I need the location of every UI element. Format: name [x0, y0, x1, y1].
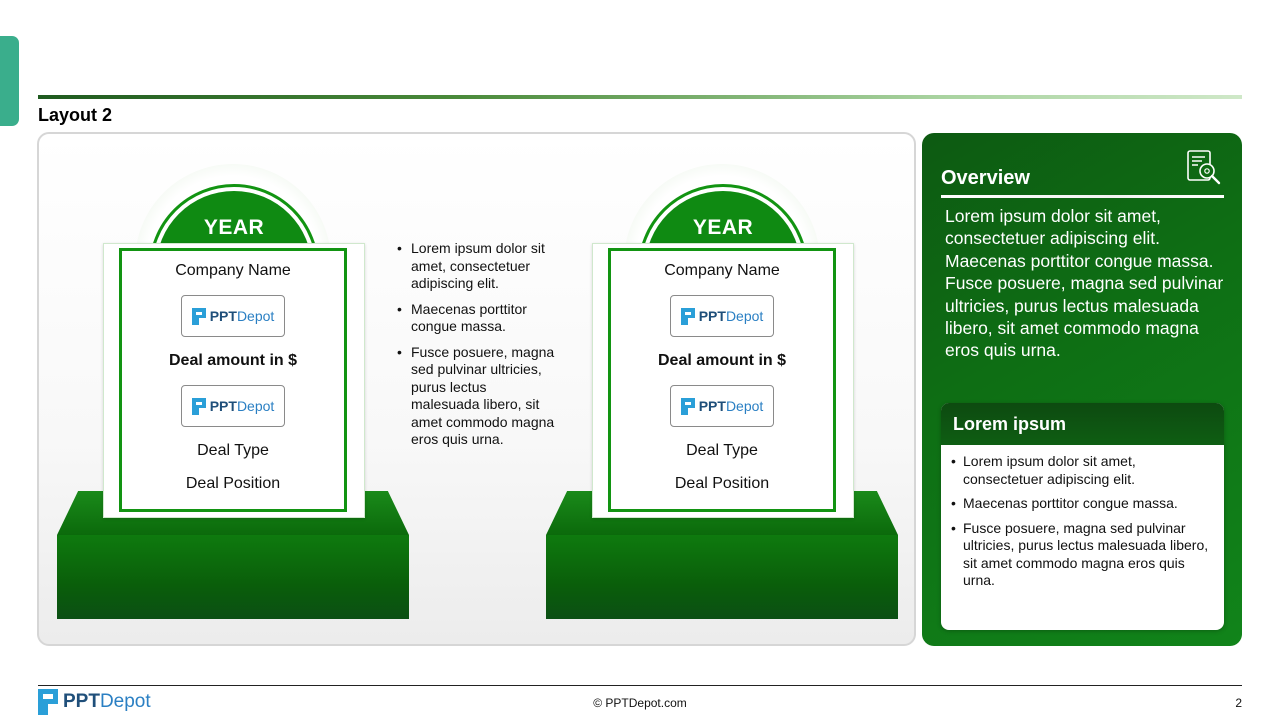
deal-card: [119, 248, 347, 512]
logo-wordmark: PPTDepot: [209, 398, 275, 414]
overview-panel: Overview Lorem ipsum dolor sit amet, con…: [922, 133, 1242, 646]
logo-wordmark: PPTDepot: [698, 398, 764, 414]
pedestal-front: [57, 535, 409, 619]
sub-card-title: Lorem ipsum: [941, 403, 1224, 445]
list-item: Lorem ipsum dolor sit amet, consectetuer…: [951, 453, 1214, 488]
footer-logo: PPTDepot: [38, 689, 151, 715]
deal-amount: Deal amount in $: [657, 352, 787, 369]
list-item: Maecenas porttitor congue massa.: [951, 495, 1214, 513]
logo-wordmark: PPTDepot: [209, 308, 275, 324]
deal-card-group-1: YEAR Company Name PPTDepot Deal amount i…: [39, 134, 409, 644]
deal-amount: Deal amount in $: [168, 352, 298, 369]
title-gradient-rule: [38, 95, 1242, 99]
list-item: Fusce posuere, magna sed pulvinar ultric…: [951, 520, 1214, 590]
company-logo: PPTDepot: [670, 385, 774, 427]
overview-divider: [941, 195, 1224, 198]
copyright-text: © PPTDepot.com: [593, 696, 687, 710]
deal-position: Deal Position: [674, 475, 770, 492]
company-logo: PPTDepot: [181, 295, 285, 337]
pptdepot-logo-icon: [191, 307, 206, 325]
sub-card-bullet-list: Lorem ipsum dolor sit amet, consectetuer…: [941, 445, 1224, 590]
overview-title: Overview: [941, 167, 1030, 189]
deal-card: [608, 248, 836, 512]
company-logo: PPTDepot: [181, 385, 285, 427]
company-name: Company Name: [664, 262, 780, 279]
year-label: YEAR: [203, 216, 265, 239]
document-search-icon: [1187, 150, 1221, 185]
deal-position: Deal Position: [185, 475, 281, 492]
pptdepot-logo-icon: [680, 397, 695, 415]
company-logo: PPTDepot: [670, 295, 774, 337]
lorem-ipsum-card: Lorem ipsum Lorem ipsum dolor sit amet, …: [941, 403, 1224, 630]
footer-rule: [38, 685, 1242, 686]
logo-wordmark: PPTDepot: [698, 308, 764, 324]
pptdepot-logo-icon: [38, 689, 58, 715]
pptdepot-logo-icon: [191, 397, 206, 415]
page-number: 2: [1235, 696, 1242, 710]
pedestal-front: [546, 535, 898, 619]
deals-panel: YEAR Company Name PPTDepot Deal amount i…: [37, 132, 916, 646]
slide-title: Layout 2: [38, 105, 113, 125]
side-accent-tab: [0, 36, 19, 126]
pptdepot-logo-icon: [680, 307, 695, 325]
deal-type: Deal Type: [686, 442, 758, 459]
year-label: YEAR: [692, 216, 754, 239]
overview-text: Lorem ipsum dolor sit amet, consectetuer…: [945, 206, 1224, 361]
deal-type: Deal Type: [197, 442, 269, 459]
logo-wordmark: PPTDepot: [63, 691, 151, 712]
deal-card-group-2: YEAR Company Name PPTDepot Deal amount i…: [528, 134, 898, 644]
company-name: Company Name: [175, 262, 291, 279]
